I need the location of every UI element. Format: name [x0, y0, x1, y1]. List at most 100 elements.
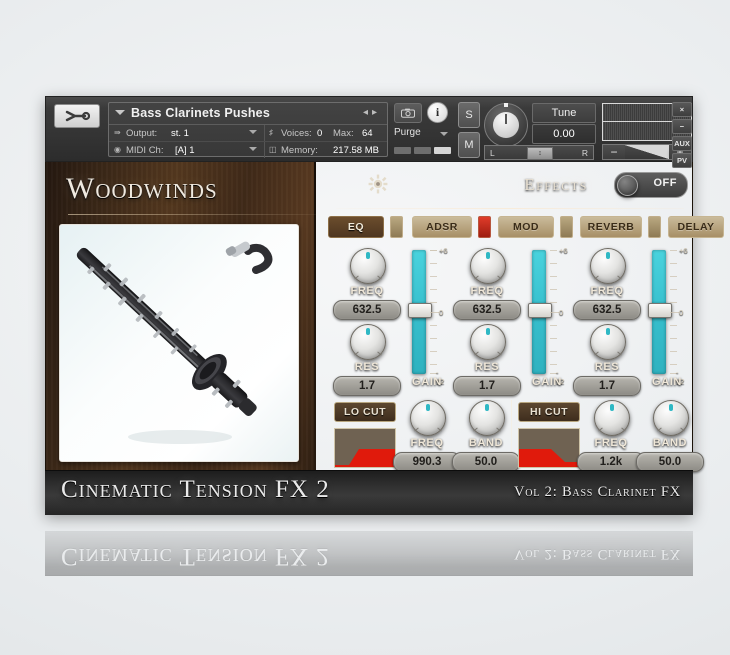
effects-power-toggle[interactable]: OFF	[614, 172, 688, 198]
gain-fader[interactable]: +6 0 - 12 GAIN	[646, 246, 688, 394]
purge-meter	[394, 147, 451, 154]
res-knob[interactable]	[470, 324, 506, 360]
knob-tick-right	[617, 351, 622, 356]
res-knob[interactable]	[590, 324, 626, 360]
freq-label: FREQ	[470, 285, 504, 297]
freq-label: FREQ	[590, 285, 624, 297]
pan-left-label: L	[490, 147, 495, 158]
gain-fader-handle[interactable]	[408, 303, 432, 318]
res-label: RES	[474, 361, 500, 373]
res-value[interactable]: 1.7	[573, 376, 641, 396]
eq-band-2: FREQ 632.5 RES 1.7 +6 0 - 12 GAIN	[448, 246, 568, 396]
freq-knob[interactable]	[350, 248, 386, 284]
knob-tick-right	[617, 275, 622, 280]
lo-cut-button[interactable]: LO CUT	[334, 402, 396, 422]
hi-cut-band-value[interactable]: 50.0	[636, 452, 704, 472]
freq-value[interactable]: 632.5	[453, 300, 521, 320]
patch-nav-arrows[interactable]: ◂▸	[363, 107, 381, 118]
product-banner: Cinematic Tension FX 2 Vol 2: Bass Clari…	[45, 470, 693, 515]
midi-label: MIDI Ch:	[126, 145, 164, 156]
volume-track[interactable]	[625, 145, 669, 159]
solo-button[interactable]: S	[458, 102, 480, 128]
lo-cut-freq-knob[interactable]	[410, 400, 446, 436]
memory-value: 217.58 MB	[333, 145, 379, 156]
chevron-down-icon[interactable]	[115, 110, 125, 115]
lo-cut-freq-value[interactable]: 990.3	[393, 452, 461, 472]
tune-knob-marker	[504, 103, 508, 107]
tab-toggle-reverb[interactable]	[648, 216, 661, 238]
tune-value[interactable]: 0.00	[532, 124, 596, 144]
knob-tick-left	[473, 427, 478, 432]
res-knob[interactable]	[350, 324, 386, 360]
knob-indicator	[606, 328, 610, 335]
tune-knob[interactable]	[484, 103, 528, 147]
pan-slider[interactable]: L ↕ R	[484, 145, 594, 160]
chevron-down-icon[interactable]	[440, 132, 448, 136]
hi-cut-band-knob[interactable]	[653, 400, 689, 436]
eq-band-3: FREQ 632.5 RES 1.7 +6 0 - 12 GAIN	[568, 246, 688, 396]
res-value[interactable]: 1.7	[453, 376, 521, 396]
volume-decrease-button[interactable]: −	[603, 145, 625, 159]
tab-toggle-adsr[interactable]	[478, 216, 491, 238]
res-label: RES	[354, 361, 380, 373]
freq-value[interactable]: 632.5	[573, 300, 641, 320]
tab-toggle-eq[interactable]	[390, 216, 403, 238]
wrench-icon[interactable]	[54, 104, 100, 128]
reflection-product-title: Cinematic Tension FX 2	[61, 543, 330, 570]
tab-mod[interactable]: MOD	[498, 216, 554, 238]
tab-adsr[interactable]: ADSR	[412, 216, 472, 238]
effects-title: Effects	[524, 175, 588, 194]
tab-toggle-mod[interactable]	[560, 216, 573, 238]
freq-knob[interactable]	[470, 248, 506, 284]
gain-scale: +6 0 - 12	[550, 246, 568, 386]
tab-eq[interactable]: EQ	[328, 216, 384, 238]
hi-cut-button[interactable]: HI CUT	[518, 402, 580, 422]
aux-button[interactable]: AUX	[672, 136, 692, 151]
freq-knob[interactable]	[590, 248, 626, 284]
gain-fader[interactable]: +6 0 - 12 GAIN	[526, 246, 568, 394]
gain-fader-handle[interactable]	[528, 303, 552, 318]
prev-patch-icon[interactable]: ◂	[363, 107, 372, 118]
info-icon[interactable]: i	[427, 102, 448, 123]
purge-dropdown[interactable]: Purge	[394, 126, 450, 142]
divider	[264, 125, 265, 141]
res-value[interactable]: 1.7	[333, 376, 401, 396]
lo-cut-band-knob[interactable]	[469, 400, 505, 436]
knob-tick-left	[594, 351, 599, 356]
purge-bar	[434, 147, 451, 154]
voices-label: Voices:	[281, 128, 312, 139]
knob-tick-right	[437, 427, 442, 432]
output-value[interactable]: st. 1	[171, 128, 189, 139]
tab-delay[interactable]: DELAY	[668, 216, 724, 238]
hi-cut-freq-value[interactable]: 1.2k	[577, 452, 645, 472]
mute-button[interactable]: M	[458, 132, 480, 158]
knob-indicator	[606, 252, 610, 259]
midi-value[interactable]: [A] 1	[175, 145, 195, 156]
gain-scale-mid: 0	[559, 308, 564, 317]
close-button[interactable]: ×	[672, 102, 692, 117]
tab-reverb[interactable]: REVERB	[580, 216, 642, 238]
gear-icon[interactable]	[368, 174, 388, 194]
output-label: Output:	[126, 128, 158, 139]
minimize-button[interactable]: −	[672, 119, 692, 134]
camera-icon[interactable]	[394, 103, 422, 123]
instrument-panel: Woodwinds Effects OFF EQ ADSR MOD REVERB…	[45, 162, 724, 514]
reflection-banner: Cinematic Tension FX 2 Vol 2: Bass Clari…	[45, 531, 693, 576]
gain-fader[interactable]: +6 0 - 12 GAIN	[406, 246, 448, 394]
gain-fader-handle[interactable]	[648, 303, 672, 318]
knob-tick-right	[496, 427, 501, 432]
knob-tick-right	[377, 351, 382, 356]
patch-name-row[interactable]: Bass Clarinets Pushes ◂▸	[109, 103, 387, 125]
freq-value[interactable]: 632.5	[333, 300, 401, 320]
knob-indicator	[485, 404, 489, 411]
output-dropdown-icon[interactable]	[249, 130, 257, 134]
res-label: RES	[594, 361, 620, 373]
toggle-knob	[617, 175, 638, 196]
next-patch-icon[interactable]: ▸	[372, 107, 381, 118]
hi-cut-freq-knob[interactable]	[594, 400, 630, 436]
lo-cut-band-value[interactable]: 50.0	[452, 452, 520, 472]
kontakt-plugin-window: Bass Clarinets Pushes ◂▸ ⇛ Output: st. 1…	[45, 96, 724, 515]
midi-dropdown-icon[interactable]	[249, 147, 257, 151]
pan-center-handle[interactable]: ↕	[527, 147, 553, 160]
reflection-volume-subtitle: Vol 2: Bass Clarinet FX	[514, 546, 681, 562]
